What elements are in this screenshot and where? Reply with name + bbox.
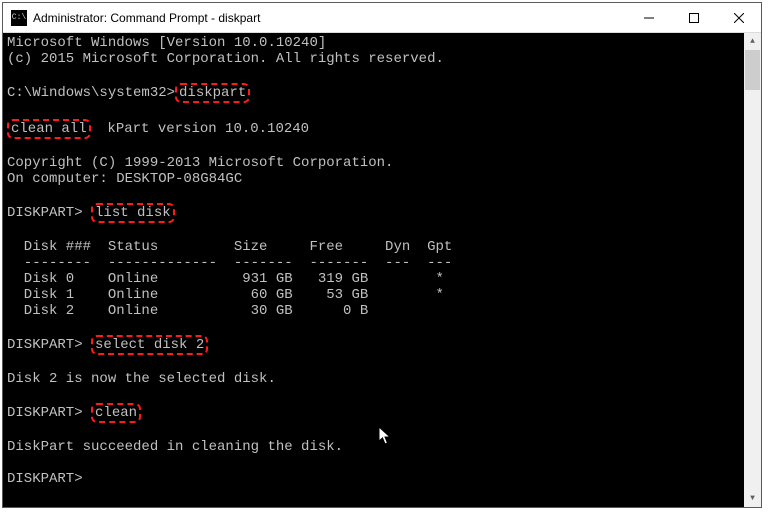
output-line: Microsoft Windows [Version 10.0.10240] — [7, 35, 326, 51]
vertical-scrollbar[interactable]: ▲ ▼ — [744, 33, 761, 507]
titlebar[interactable]: C:\ Administrator: Command Prompt - disk… — [3, 3, 761, 33]
prompt: DISKPART> — [7, 337, 91, 353]
scroll-down-icon[interactable]: ▼ — [744, 490, 761, 507]
terminal-area: Microsoft Windows [Version 10.0.10240] (… — [3, 33, 761, 507]
output-line: (c) 2015 Microsoft Corporation. All righ… — [7, 51, 444, 67]
table-header: Disk ### Status Size Free Dyn Gpt — [7, 239, 452, 255]
scroll-thumb[interactable] — [745, 50, 760, 90]
highlight-list-disk: list disk — [91, 203, 175, 223]
prompt: C:\Windows\system32> — [7, 85, 175, 101]
cmd-icon: C:\ — [11, 10, 27, 26]
scroll-up-icon[interactable]: ▲ — [744, 33, 761, 50]
prompt: DISKPART> — [7, 405, 91, 421]
output-line: Copyright (C) 1999-2013 Microsoft Corpor… — [7, 155, 393, 171]
maximize-button[interactable] — [671, 3, 716, 32]
highlight-clean: clean — [91, 403, 141, 423]
prompt: DISKPART> — [7, 471, 83, 487]
table-divider: -------- ------------- ------- ------- -… — [7, 255, 452, 271]
output-line: Disk 2 is now the selected disk. — [7, 371, 276, 387]
output-line: On computer: DESKTOP-08G84GC — [7, 171, 242, 187]
window-title: Administrator: Command Prompt - diskpart — [33, 11, 626, 25]
table-row: Disk 1 Online 60 GB 53 GB * — [7, 287, 444, 303]
command-prompt-window: C:\ Administrator: Command Prompt - disk… — [2, 2, 762, 508]
table-row: Disk 0 Online 931 GB 319 GB * — [7, 271, 444, 287]
highlight-clean-all: clean all — [7, 119, 91, 139]
table-row: Disk 2 Online 30 GB 0 B — [7, 303, 368, 319]
output-line: kPart version 10.0.10240 — [91, 121, 309, 137]
terminal-output[interactable]: Microsoft Windows [Version 10.0.10240] (… — [3, 33, 744, 507]
highlight-diskpart: diskpart — [175, 83, 250, 103]
close-button[interactable] — [716, 3, 761, 32]
prompt: DISKPART> — [7, 205, 91, 221]
highlight-select-disk: select disk 2 — [91, 335, 208, 355]
window-controls — [626, 3, 761, 32]
minimize-button[interactable] — [626, 3, 671, 32]
output-line: DiskPart succeeded in cleaning the disk. — [7, 439, 343, 455]
